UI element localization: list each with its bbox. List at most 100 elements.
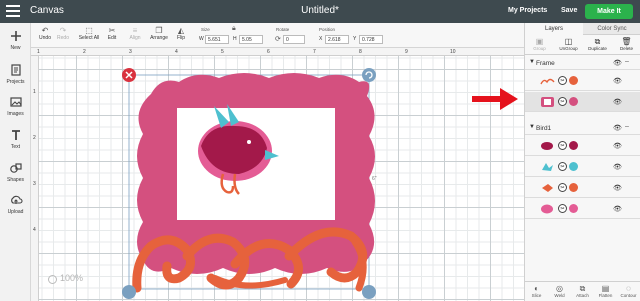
ruler-left-num: 3 bbox=[33, 181, 36, 187]
layer-color-swatch[interactable] bbox=[569, 97, 578, 106]
visibility-eye-icon[interactable]: 👁︎ bbox=[613, 184, 622, 192]
edit-label: Edit bbox=[107, 35, 117, 41]
projects-label: Projects bbox=[6, 79, 25, 85]
width-field[interactable]: 5.651 bbox=[205, 35, 229, 44]
group-icon: ▣ bbox=[535, 37, 544, 46]
layer-row[interactable]: ✂ 👁︎ bbox=[525, 157, 640, 177]
save-link[interactable]: Save bbox=[561, 7, 577, 14]
edit-button[interactable]: ✂ Edit bbox=[104, 26, 120, 41]
ungroup-icon: ◫ bbox=[564, 37, 573, 46]
left-ruler: 1 2 3 4 bbox=[31, 56, 39, 301]
align-button[interactable]: ≡ Align bbox=[127, 26, 143, 41]
flip-label: Flip bbox=[176, 35, 186, 41]
layer-row[interactable]: ✂ 👁︎ bbox=[525, 199, 640, 219]
attach-button[interactable]: ⧉ Attach bbox=[571, 284, 594, 298]
visibility-eye-icon[interactable]: 👁︎ bbox=[613, 77, 622, 85]
app-title: Canvas bbox=[30, 5, 64, 16]
group-name: Bird1 bbox=[536, 125, 552, 132]
upload-label: Upload bbox=[7, 209, 24, 215]
layer-color-swatch[interactable] bbox=[569, 76, 578, 85]
layer-row[interactable]: ✂ 👁︎ bbox=[525, 71, 640, 91]
slice-button[interactable]: ◐ Slice bbox=[525, 284, 548, 298]
layer-color-swatch[interactable] bbox=[569, 183, 578, 192]
duplicate-button[interactable]: ⧉ Duplicate bbox=[583, 37, 612, 51]
scissors-icon[interactable]: ✂ bbox=[558, 183, 567, 192]
slice-icon: ◐ bbox=[534, 284, 539, 293]
duplicate-label: Duplicate bbox=[588, 46, 607, 51]
arrange-button[interactable]: ❐ Arrange bbox=[149, 26, 169, 41]
scissors-icon[interactable]: ✂ bbox=[558, 141, 567, 150]
select-all-button[interactable]: ⬚ Select All bbox=[78, 26, 100, 41]
layer-row[interactable]: ✂ 👁︎ bbox=[525, 178, 640, 198]
lock-handle[interactable] bbox=[122, 285, 136, 299]
redo-button[interactable]: ↷ Redo bbox=[55, 26, 71, 41]
scissors-icon[interactable]: ✂ bbox=[558, 162, 567, 171]
options-dash-icon[interactable]: – bbox=[625, 123, 629, 130]
group-button[interactable]: ▣ Group bbox=[525, 37, 554, 51]
options-dash-icon[interactable]: – bbox=[625, 58, 629, 65]
weld-button[interactable]: ◎ Weld bbox=[548, 284, 571, 298]
contour-button[interactable]: ◌ Contour bbox=[617, 284, 640, 298]
projects-button[interactable]: Projects bbox=[0, 63, 31, 85]
collapse-icon[interactable]: ▼ bbox=[529, 59, 535, 65]
layer-row-selected[interactable]: ✂ 👁︎ bbox=[525, 92, 640, 112]
visibility-eye-icon[interactable]: 👁︎ bbox=[613, 142, 622, 150]
undo-icon: ↶ bbox=[41, 26, 49, 35]
left-design-panel: New Projects Images Text Shapes Upload bbox=[0, 23, 31, 301]
visibility-eye-icon[interactable]: 👁︎ bbox=[613, 124, 622, 132]
visibility-eye-icon[interactable]: 👁︎ bbox=[613, 98, 622, 106]
my-projects-link[interactable]: My Projects bbox=[508, 7, 547, 14]
x-position-field[interactable]: 2.618 bbox=[325, 35, 349, 44]
images-button[interactable]: Images bbox=[0, 95, 31, 117]
scissors-icon[interactable]: ✂ bbox=[558, 204, 567, 213]
width-key: W bbox=[199, 36, 204, 42]
select-all-label: Select All bbox=[78, 35, 100, 41]
weld-icon: ◎ bbox=[556, 284, 563, 293]
scissors-icon[interactable]: ✂ bbox=[558, 76, 567, 85]
ruler-top-num: 6 bbox=[267, 49, 270, 55]
layer-group-bird1[interactable]: ▼ Bird1 👁︎ – bbox=[525, 121, 640, 135]
scissors-icon[interactable]: ✂ bbox=[558, 97, 567, 106]
rotate-icon: ⟳ bbox=[275, 36, 281, 43]
tab-color-sync[interactable]: Color Sync bbox=[583, 23, 640, 35]
delete-button[interactable]: 🗑︎ Delete bbox=[612, 37, 640, 51]
zoom-out-icon[interactable] bbox=[48, 275, 57, 284]
text-button[interactable]: Text bbox=[0, 128, 31, 150]
ruler-top-num: 2 bbox=[83, 49, 86, 55]
ruler-top-num: 7 bbox=[313, 49, 316, 55]
visibility-eye-icon[interactable]: 👁︎ bbox=[613, 205, 622, 213]
contour-label: Contour bbox=[620, 293, 637, 298]
undo-button[interactable]: ↶ Undo bbox=[37, 26, 53, 41]
cricut-design-space: Canvas Untitled* My Projects Save Make I… bbox=[0, 0, 640, 301]
design-canvas[interactable]: 6" bbox=[39, 56, 524, 301]
rotate-field[interactable]: 0 bbox=[283, 35, 305, 44]
height-field[interactable]: 5.05 bbox=[239, 35, 263, 44]
resize-handle[interactable] bbox=[362, 285, 376, 299]
shapes-button[interactable]: Shapes bbox=[0, 161, 31, 183]
make-it-button[interactable]: Make It bbox=[585, 4, 633, 19]
upload-button[interactable]: Upload bbox=[0, 193, 31, 215]
delete-handle[interactable] bbox=[122, 68, 136, 82]
panel-tabs: Layers Color Sync bbox=[525, 23, 640, 35]
layer-color-swatch[interactable] bbox=[569, 204, 578, 213]
flatten-button[interactable]: ▤ Flatten bbox=[594, 284, 617, 298]
lock-icon[interactable]: 🔒︎ bbox=[232, 25, 236, 33]
flip-button[interactable]: ◭ Flip bbox=[174, 26, 188, 41]
visibility-eye-icon[interactable]: 👁︎ bbox=[613, 59, 622, 67]
rotate-handle[interactable] bbox=[362, 68, 376, 82]
arrange-icon: ❐ bbox=[155, 26, 163, 35]
top-ruler: 1 2 3 4 5 6 7 8 9 10 bbox=[31, 48, 524, 56]
ungroup-button[interactable]: ◫ UnGroup bbox=[554, 37, 583, 51]
hamburger-menu-icon[interactable] bbox=[6, 5, 20, 17]
redo-icon: ↷ bbox=[59, 26, 67, 35]
new-button[interactable]: New bbox=[0, 29, 31, 51]
select-all-icon: ⬚ bbox=[85, 26, 93, 35]
visibility-eye-icon[interactable]: 👁︎ bbox=[613, 163, 622, 171]
layer-color-swatch[interactable] bbox=[569, 162, 578, 171]
y-position-field[interactable]: 0.728 bbox=[359, 35, 383, 44]
tab-layers[interactable]: Layers bbox=[525, 23, 583, 35]
layer-row[interactable]: ✂ 👁︎ bbox=[525, 136, 640, 156]
layer-color-swatch[interactable] bbox=[569, 141, 578, 150]
collapse-icon[interactable]: ▼ bbox=[529, 124, 535, 130]
layer-group-frame[interactable]: ▼ Frame 👁︎ – bbox=[525, 56, 640, 70]
